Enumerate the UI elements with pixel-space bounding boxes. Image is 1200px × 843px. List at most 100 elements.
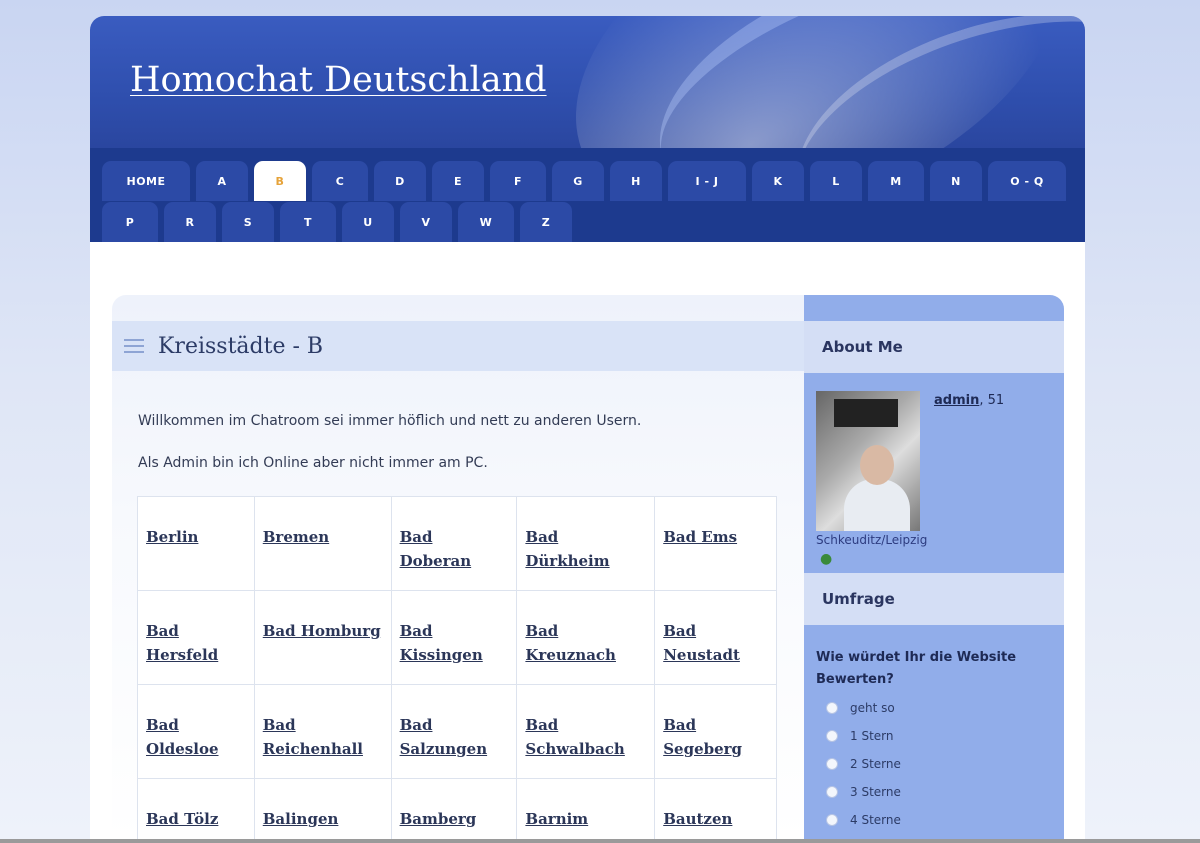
menu-icon <box>124 339 144 353</box>
about-me-body: admin, 51 Schkeuditz/Leipzig ● <box>804 373 1064 573</box>
nav-tab-b[interactable]: B <box>254 161 306 201</box>
table-cell: Bad Doberan <box>390 496 518 591</box>
nav-tab-z[interactable]: Z <box>520 202 572 242</box>
about-me-heading: About Me <box>804 321 1064 373</box>
nav-row-1: HOME A B C D E F G H I - JKLMNO - Q <box>102 161 1066 201</box>
table-cell: Bad Homburg <box>253 590 392 685</box>
table-row: Berlin Bremen Bad Doberan Bad Dürkheim Bad E… <box>137 496 777 591</box>
section-title: Kreisstädte - B <box>158 333 324 359</box>
nav-tab-k[interactable]: K <box>752 161 804 201</box>
poll-heading: Umfrage <box>804 573 1064 625</box>
city-link[interactable]: Barnim <box>525 810 588 828</box>
table-cell: Bad Reichenhall <box>253 684 392 779</box>
window-bottom-edge <box>0 839 1200 843</box>
nav-tab-r[interactable]: R <box>164 202 216 242</box>
poll-option-label: 1 Stern <box>850 729 894 743</box>
table-cell: Balingen <box>253 778 392 843</box>
table-cell: Bamberg <box>390 778 518 843</box>
nav-tab-v[interactable]: V <box>400 202 452 242</box>
city-link[interactable]: Bad Segeberg <box>663 716 742 758</box>
city-link[interactable]: Bamberg <box>400 810 477 828</box>
nav-tab-home[interactable]: HOME <box>102 161 190 201</box>
nav-tab-o-q[interactable]: O - Q <box>988 161 1066 201</box>
table-row: Bad Tölz Balingen Bamberg Barnim Bautzen <box>137 778 777 843</box>
nav-tab-d[interactable]: D <box>374 161 426 201</box>
user-line: admin, 51 <box>934 393 1004 408</box>
city-link[interactable]: Bad Tölz <box>146 810 218 828</box>
nav-tab-e[interactable]: E <box>432 161 484 201</box>
table-cell: Bad Salzungen <box>390 684 518 779</box>
alphabet-nav: HOME A B C D E F G H I - JKLMNO - Q PRSTUVWZ <box>90 148 1085 242</box>
nav-tab-u[interactable]: U <box>342 202 394 242</box>
city-link[interactable]: Bad Ems <box>663 528 737 546</box>
online-status-icon: ● <box>820 551 833 567</box>
nav-tab-l[interactable]: L <box>810 161 862 201</box>
city-link[interactable]: Bad Hersfeld <box>146 622 218 664</box>
table-cell: Bad Dürkheim <box>516 496 656 591</box>
city-link[interactable]: Balingen <box>263 810 339 828</box>
table-cell: Bautzen <box>654 778 777 843</box>
poll-option[interactable]: 3 Sterne <box>826 783 1064 801</box>
poll-radio[interactable] <box>826 730 838 742</box>
city-link[interactable]: Bremen <box>263 528 329 546</box>
user-age: , 51 <box>979 393 1005 408</box>
poll-radio[interactable] <box>826 702 838 714</box>
city-link[interactable]: Bad Kreuznach <box>525 622 616 664</box>
city-link[interactable]: Bad Oldesloe <box>146 716 219 758</box>
nav-tab-m[interactable]: M <box>868 161 924 201</box>
intro-text: Als Admin bin ich Online aber nicht imme… <box>138 455 488 471</box>
poll-radio[interactable] <box>826 758 838 770</box>
poll-options: geht so 1 Stern 2 Sterne 3 Sterne 4 Sterne <box>804 699 1064 829</box>
city-link[interactable]: Bad Homburg <box>263 622 381 640</box>
table-cell: Bad Ems <box>654 496 777 591</box>
city-link[interactable]: Bad Schwalbach <box>525 716 624 758</box>
poll-question: Wie würdet Ihr die Website Bewerten? <box>816 650 1017 687</box>
nav-tab-c[interactable]: C <box>312 161 368 201</box>
poll-option-label: 4 Sterne <box>850 813 901 827</box>
table-cell: Bad Hersfeld <box>137 590 255 685</box>
site-header: Homochat Deutschland <box>90 16 1085 148</box>
poll-option[interactable]: geht so <box>826 699 1064 717</box>
nav-tab-i-j[interactable]: I - J <box>668 161 746 201</box>
city-link[interactable]: Bad Neustadt <box>663 622 740 664</box>
city-link[interactable]: Bad Dürkheim <box>525 528 609 570</box>
poll-option[interactable]: 4 Sterne <box>826 811 1064 829</box>
table-cell: Berlin <box>137 496 255 591</box>
table-cell: Bad Kissingen <box>390 590 518 685</box>
table-row: Bad Oldesloe Bad Reichenhall Bad Salzungen… <box>137 684 777 779</box>
city-link[interactable]: Bad Reichenhall <box>263 716 363 758</box>
poll-radio[interactable] <box>826 814 838 826</box>
table-cell: Bad Kreuznach <box>516 590 656 685</box>
nav-tab-a[interactable]: A <box>196 161 248 201</box>
nav-tab-n[interactable]: N <box>930 161 982 201</box>
nav-tab-t[interactable]: T <box>280 202 336 242</box>
table-cell: Barnim <box>516 778 656 843</box>
table-cell: Bad Oldesloe <box>137 684 255 779</box>
city-link[interactable]: Bad Doberan <box>400 528 472 570</box>
city-link[interactable]: Bad Salzungen <box>400 716 488 758</box>
nav-tab-p[interactable]: P <box>102 202 158 242</box>
city-link[interactable]: Bad Kissingen <box>400 622 483 664</box>
city-link[interactable]: Berlin <box>146 528 198 546</box>
poll-radio[interactable] <box>826 786 838 798</box>
sidebar: About Me admin, 51 Schkeuditz/Leipzig ● … <box>804 295 1064 843</box>
intro-text: Willkommen im Chatroom sei immer höflich… <box>138 413 642 429</box>
poll-option[interactable]: 1 Stern <box>826 727 1064 745</box>
poll-option-label: 2 Sterne <box>850 757 901 771</box>
table-cell: Bad Tölz <box>137 778 255 843</box>
site-title-link[interactable]: Homochat Deutschland <box>130 60 547 100</box>
poll-option[interactable]: 2 Sterne <box>826 755 1064 773</box>
avatar[interactable] <box>816 391 920 531</box>
section-header: Kreisstädte - B <box>112 321 804 371</box>
username-link[interactable]: admin <box>934 393 979 408</box>
nav-tab-f[interactable]: F <box>490 161 546 201</box>
nav-tab-s[interactable]: S <box>222 202 274 242</box>
nav-tab-h[interactable]: H <box>610 161 662 201</box>
poll-option-label: 3 Sterne <box>850 785 901 799</box>
main-content: Kreisstädte - B Willkommen im Chatroom s… <box>112 295 804 843</box>
nav-tab-g[interactable]: G <box>552 161 604 201</box>
poll-option-label: geht so <box>850 701 895 715</box>
city-link[interactable]: Bautzen <box>663 810 732 828</box>
nav-tab-w[interactable]: W <box>458 202 514 242</box>
table-row: Bad Hersfeld Bad Homburg Bad Kissingen Bad … <box>137 590 777 685</box>
